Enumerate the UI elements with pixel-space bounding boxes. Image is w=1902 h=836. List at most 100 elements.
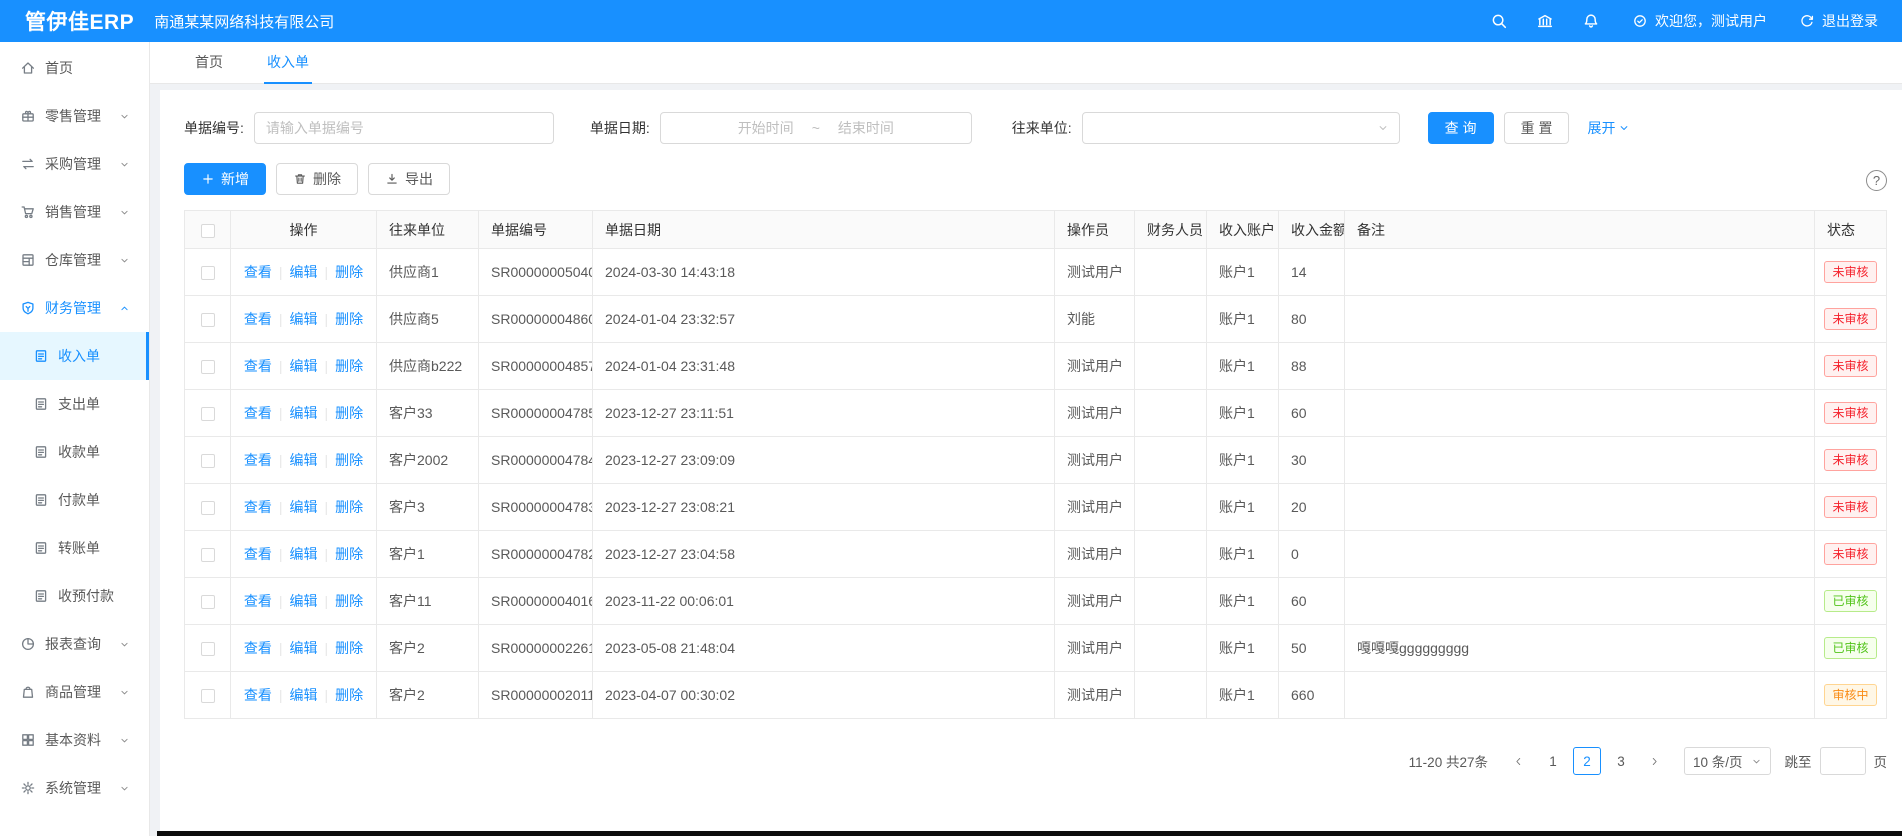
row-action-查看[interactable]: 查看: [244, 311, 272, 327]
row-actions-cell: 查看|编辑|删除: [231, 484, 377, 531]
row-action-编辑[interactable]: 编辑: [290, 452, 318, 468]
row-action-删除[interactable]: 删除: [335, 546, 363, 562]
sidebar-item-report[interactable]: 报表查询: [0, 620, 149, 668]
row-action-编辑[interactable]: 编辑: [290, 311, 318, 327]
row-action-编辑[interactable]: 编辑: [290, 640, 318, 656]
sidebar-subitem-transfer-bill[interactable]: 转账单: [0, 524, 149, 572]
row-action-编辑[interactable]: 编辑: [290, 687, 318, 703]
sidebar-subitem-expense-bill[interactable]: 支出单: [0, 380, 149, 428]
sidebar-item-basic[interactable]: 基本资料: [0, 716, 149, 764]
finance-person-cell: [1135, 296, 1207, 343]
add-button[interactable]: 新增: [184, 163, 266, 195]
sidebar-item-sales[interactable]: 销售管理: [0, 188, 149, 236]
date-range-picker[interactable]: 开始时间 ~ 结束时间: [660, 112, 972, 144]
export-button[interactable]: 导出: [368, 163, 450, 195]
action-separator: |: [279, 264, 283, 280]
sidebar-item-goods[interactable]: 商品管理: [0, 668, 149, 716]
expand-filters-link[interactable]: 展开: [1587, 118, 1630, 138]
row-action-查看[interactable]: 查看: [244, 452, 272, 468]
row-checkbox[interactable]: [201, 642, 215, 656]
sidebar-item-system[interactable]: 系统管理: [0, 764, 149, 812]
bill-date-cell: 2023-12-27 23:09:09: [593, 437, 1055, 484]
reset-button[interactable]: 重 置: [1504, 112, 1570, 144]
sidebar-subitem-label: 收预付款: [58, 586, 139, 606]
action-separator: |: [279, 593, 283, 609]
logout-button[interactable]: 退出登录: [1799, 11, 1878, 31]
row-action-编辑[interactable]: 编辑: [290, 405, 318, 421]
system-icon: [20, 780, 36, 796]
status-badge: 未审核: [1824, 496, 1876, 518]
prev-page-button[interactable]: [1505, 747, 1533, 775]
row-action-查看[interactable]: 查看: [244, 405, 272, 421]
sidebar-subitem-income-bill[interactable]: 收入单: [0, 332, 149, 380]
page-size-select[interactable]: 10 条/页: [1684, 747, 1771, 775]
page-number-3[interactable]: 3: [1607, 747, 1635, 775]
sidebar-subitem-payment-bill[interactable]: 付款单: [0, 476, 149, 524]
partner-select[interactable]: [1082, 112, 1400, 144]
row-actions-cell: 查看|编辑|删除: [231, 578, 377, 625]
row-action-查看[interactable]: 查看: [244, 593, 272, 609]
sidebar-subitem-receipt-bill[interactable]: 收款单: [0, 428, 149, 476]
search-button[interactable]: 查 询: [1428, 112, 1494, 144]
row-checkbox[interactable]: [201, 689, 215, 703]
row-action-查看[interactable]: 查看: [244, 687, 272, 703]
row-action-删除[interactable]: 删除: [335, 311, 363, 327]
row-action-删除[interactable]: 删除: [335, 452, 363, 468]
row-checkbox[interactable]: [201, 266, 215, 280]
sidebar-item-finance[interactable]: 财务管理: [0, 284, 149, 332]
row-action-删除[interactable]: 删除: [335, 405, 363, 421]
row-action-编辑[interactable]: 编辑: [290, 546, 318, 562]
row-action-查看[interactable]: 查看: [244, 499, 272, 515]
page-number-1[interactable]: 1: [1539, 747, 1567, 775]
sidebar-item-purchase[interactable]: 采购管理: [0, 140, 149, 188]
sidebar-item-home[interactable]: 首页: [0, 44, 149, 92]
row-action-删除[interactable]: 删除: [335, 264, 363, 280]
bill-date-cell: 2023-04-07 00:30:02: [593, 672, 1055, 719]
row-action-查看[interactable]: 查看: [244, 358, 272, 374]
bell-icon[interactable]: [1582, 12, 1600, 30]
welcome-user[interactable]: 欢迎您，测试用户: [1632, 11, 1767, 31]
select-all-checkbox[interactable]: [201, 224, 215, 238]
row-action-查看[interactable]: 查看: [244, 264, 272, 280]
retail-icon: [20, 108, 36, 124]
sidebar-item-warehouse[interactable]: 仓库管理: [0, 236, 149, 284]
remark-cell: [1345, 343, 1815, 390]
sidebar-subitem-advance-receipt[interactable]: 收预付款: [0, 572, 149, 620]
row-action-查看[interactable]: 查看: [244, 640, 272, 656]
row-checkbox[interactable]: [201, 548, 215, 562]
status-badge: 未审核: [1824, 402, 1876, 424]
row-action-编辑[interactable]: 编辑: [290, 264, 318, 280]
row-action-删除[interactable]: 删除: [335, 499, 363, 515]
bank-icon[interactable]: [1536, 12, 1554, 30]
search-icon[interactable]: [1490, 12, 1508, 30]
row-action-删除[interactable]: 删除: [335, 640, 363, 656]
row-action-查看[interactable]: 查看: [244, 546, 272, 562]
row-action-删除[interactable]: 删除: [335, 593, 363, 609]
row-checkbox[interactable]: [201, 313, 215, 327]
row-checkbox[interactable]: [201, 360, 215, 374]
row-action-删除[interactable]: 删除: [335, 358, 363, 374]
tab-收入单[interactable]: 收入单: [264, 42, 312, 84]
bill-no-input[interactable]: [254, 112, 554, 144]
chevron-right-icon: [1649, 756, 1660, 767]
row-checkbox[interactable]: [201, 407, 215, 421]
help-icon[interactable]: ?: [1866, 170, 1887, 191]
tab-首页[interactable]: 首页: [192, 42, 226, 84]
jump-page-input[interactable]: [1820, 747, 1866, 775]
chevron-down-icon: [119, 159, 130, 170]
sidebar-item-retail[interactable]: 零售管理: [0, 92, 149, 140]
delete-button[interactable]: 删除: [276, 163, 358, 195]
row-action-编辑[interactable]: 编辑: [290, 499, 318, 515]
action-separator: |: [279, 358, 283, 374]
remark-cell: [1345, 484, 1815, 531]
row-checkbox[interactable]: [201, 454, 215, 468]
row-checkbox[interactable]: [201, 595, 215, 609]
row-action-编辑[interactable]: 编辑: [290, 593, 318, 609]
row-action-编辑[interactable]: 编辑: [290, 358, 318, 374]
operator-cell: 测试用户: [1055, 672, 1135, 719]
row-action-删除[interactable]: 删除: [335, 687, 363, 703]
next-page-button[interactable]: [1641, 747, 1669, 775]
logout-label: 退出登录: [1822, 11, 1878, 31]
page-number-2[interactable]: 2: [1573, 747, 1601, 775]
row-checkbox[interactable]: [201, 501, 215, 515]
